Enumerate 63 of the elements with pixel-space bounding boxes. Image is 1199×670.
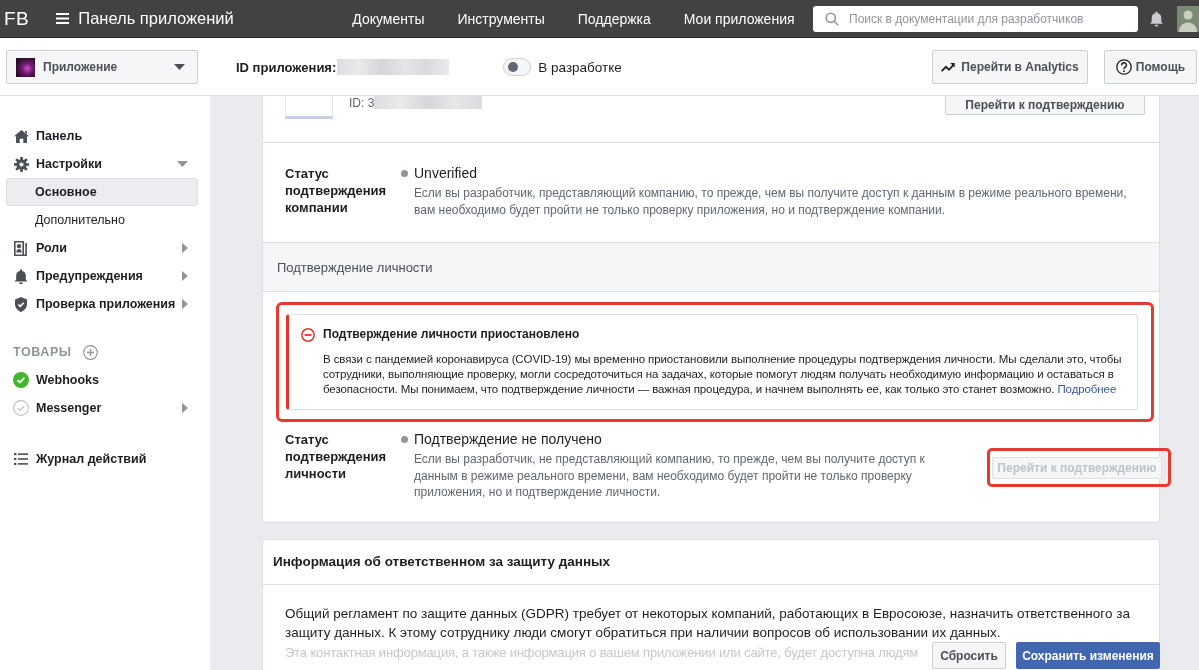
trend-arrow-icon xyxy=(941,62,956,72)
nav-link[interactable]: Мои приложения xyxy=(683,10,795,27)
app-id-text: ID: 3 xyxy=(349,96,375,110)
card-title: Информация об ответственном за защиту данных xyxy=(273,554,611,569)
verify-button[interactable]: Перейти к подтверждению xyxy=(945,96,1145,115)
shield-check-icon xyxy=(14,296,28,312)
nav-link[interactable]: Поддержка xyxy=(577,10,651,27)
sidebar-subitem[interactable]: Основное xyxy=(6,178,198,206)
description-text: Если вы разработчик, не представляющий компанию, то прежде, чем вы получите доступ к данным в режиме реального времени, вам необходимо будет пройти не только проверку приложения, но и подтверждение личности. xyxy=(414,451,926,501)
error-icon xyxy=(301,327,315,342)
sidebar-item[interactable]: Роли xyxy=(0,234,210,262)
toggle-switch[interactable] xyxy=(503,58,532,76)
sidebar-item[interactable]: Панель xyxy=(0,122,210,150)
section-heading: ТОВАРЫ xyxy=(13,345,72,359)
reset-button[interactable]: Сбросить xyxy=(932,642,1006,669)
nav-link[interactable]: Инструменты xyxy=(457,10,545,27)
sidebar-item[interactable]: Журнал действий xyxy=(0,445,210,473)
app-selector[interactable]: Приложение xyxy=(6,50,198,84)
bell-icon xyxy=(14,268,28,284)
app-id-label: ID приложения: xyxy=(236,59,337,75)
caret-down-icon[interactable] xyxy=(174,64,185,70)
save-button[interactable]: Сохранить изменения xyxy=(1016,642,1160,669)
menu-icon[interactable] xyxy=(56,13,70,24)
field-label: Статус подтверждения личности xyxy=(285,431,388,483)
nav-link[interactable]: Документы xyxy=(352,10,425,27)
gear-icon xyxy=(13,156,29,172)
status-text: Unverified xyxy=(414,165,478,182)
section-title: Подтверждение личности xyxy=(277,259,433,275)
list-icon xyxy=(14,453,28,465)
body-text: Общий регламент по защите данных (GDPR) требует от некоторых компаний, работающих в Евросоюзе, назначить ответственного за защиту данных. К этому сотруднику люди смогут обратиться при наличии вопросов об использовании их данных. xyxy=(285,604,1131,642)
status-dot-icon xyxy=(401,170,408,177)
sidebar-item[interactable]: Проверка приложения xyxy=(0,290,210,318)
help-icon xyxy=(1115,59,1132,75)
app-icon-placeholder xyxy=(16,57,35,77)
search-icon xyxy=(825,11,839,26)
home-icon xyxy=(13,129,29,143)
learn-more-link[interactable]: Подробнее xyxy=(1057,383,1117,395)
field-label: Статус подтверждения компании xyxy=(285,165,388,217)
page-title: Панель приложений xyxy=(78,9,234,27)
sidebar-item[interactable]: Messenger xyxy=(0,394,210,422)
caret-right-icon[interactable] xyxy=(182,403,188,413)
dev-mode-label: В разработке xyxy=(538,59,622,75)
add-icon[interactable] xyxy=(82,344,98,360)
sidebar-subitem[interactable]: Дополнительно xyxy=(6,206,198,234)
search-field[interactable]: Поиск в документации для разработчиков xyxy=(813,5,1138,32)
person-badge-icon xyxy=(14,240,28,256)
sidebar-item[interactable]: Настройки xyxy=(0,150,210,178)
body-text: Эта контактная информация, а также информация о вашем приложении или сайте, будет доступна людям xyxy=(285,643,919,662)
alert-text: В связи с пандемией коронавируса (COVID-19) мы временно приостановили выполнение процедуры подтверждения личности. Мы сделали это, чтобы сотрудники, выполняющие проверку, могли сосредоточиться на задачах, которые помогут людям получать необходимую информацию и оставаться в безопасности. Мы понимаем, что подтверждение личности — важная процедура, и начнем выполнять ее, как только это станет возможно. Подробнее xyxy=(323,352,1123,397)
sidebar-item[interactable]: Предупреждения xyxy=(0,262,210,290)
status-dot-icon xyxy=(401,436,408,443)
logo[interactable]: FB xyxy=(4,7,30,30)
status-text: Подтверждение не получено xyxy=(414,431,602,448)
caret-right-icon[interactable] xyxy=(182,243,188,253)
help-button[interactable]: Помощь xyxy=(1104,50,1197,84)
notifications-bell-icon[interactable] xyxy=(1148,9,1165,28)
caret-right-icon[interactable] xyxy=(182,271,188,281)
sidebar-item[interactable]: Webhooks xyxy=(0,366,210,394)
caret-right-icon[interactable] xyxy=(182,299,188,309)
alert-title: Подтверждение личности приостановлено xyxy=(323,327,580,342)
description-text: Если вы разработчик, представляющий компанию, то прежде, чем вы получите доступ к данным в режиме реального времени, вам необходимо будет пройти не только проверку приложения, но и подтверждение компании. xyxy=(414,185,1128,218)
avatar-placeholder[interactable] xyxy=(1177,5,1199,32)
analytics-button[interactable]: Перейти в Analytics xyxy=(932,50,1088,84)
